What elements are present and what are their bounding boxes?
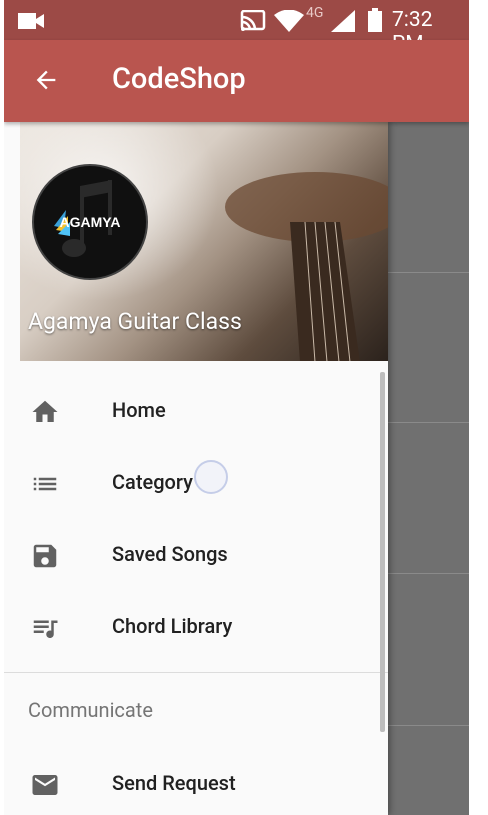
list-icon — [33, 477, 57, 491]
menu-item-label: Saved Songs — [112, 542, 228, 566]
menu-item-send-request[interactable]: Send Request — [4, 746, 388, 815]
menu-item-label: Send Request — [112, 771, 236, 795]
cast-icon — [240, 10, 266, 31]
navigation-drawer: AGAMYA Agamya Guitar Class Home Category… — [4, 122, 388, 815]
camera-icon — [18, 13, 44, 29]
menu-item-label: Chord Library — [112, 614, 233, 638]
menu-item-home[interactable]: Home — [4, 373, 388, 445]
divider — [388, 573, 469, 574]
signal-icon — [331, 10, 355, 32]
app-bar: CodeShop — [4, 40, 469, 122]
menu-item-label: Home — [112, 398, 166, 422]
wifi-icon — [274, 10, 304, 32]
touch-ripple — [194, 460, 228, 494]
playlist-music-icon — [33, 620, 58, 638]
guitar-image — [225, 172, 388, 361]
battery-icon — [368, 8, 382, 32]
home-icon — [32, 400, 58, 422]
mail-icon — [32, 775, 58, 795]
menu-item-chord-library[interactable]: Chord Library — [4, 589, 388, 661]
section-header-communicate: Communicate — [28, 698, 153, 722]
divider — [388, 422, 469, 423]
section-divider — [4, 672, 388, 673]
logo-avatar: AGAMYA — [32, 164, 148, 280]
drawer-account-name: Agamya Guitar Class — [28, 308, 242, 335]
network-type: 4G — [306, 5, 324, 21]
status-bar: 4G 7:32 PM — [4, 0, 469, 56]
drawer-scrollbar[interactable] — [380, 372, 385, 732]
menu-item-label: Category — [112, 470, 193, 494]
save-icon — [33, 544, 57, 568]
back-arrow-icon[interactable] — [32, 66, 60, 94]
divider — [388, 725, 469, 726]
drawer-header: AGAMYA Agamya Guitar Class — [20, 122, 388, 361]
logo-text: AGAMYA — [60, 214, 121, 230]
app-title: CodeShop — [112, 62, 246, 96]
background-content — [388, 122, 469, 815]
divider — [388, 272, 469, 273]
screen: 4G 7:32 PM CodeShop — [4, 0, 469, 815]
music-note-logo-icon: AGAMYA — [54, 180, 121, 257]
menu-item-saved-songs[interactable]: Saved Songs — [4, 517, 388, 589]
